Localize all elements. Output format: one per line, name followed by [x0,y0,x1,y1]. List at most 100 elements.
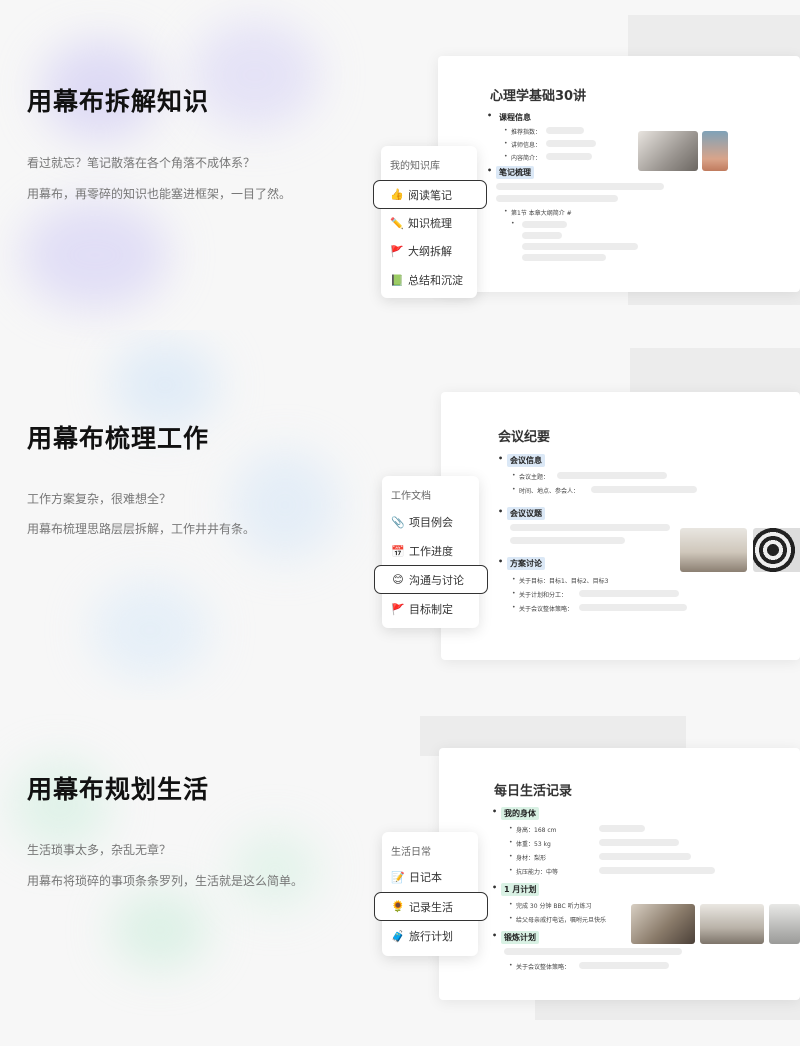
doc-heading: 会议信息 [498,454,545,467]
placeholder-bar [496,195,618,202]
section-title: 用幕布拆解知识 [27,87,210,116]
placeholder-bar [579,604,687,611]
meeting-room-photo [680,528,747,572]
doc-line: 完成 30 分钟 BBC 听力练习 [509,901,592,910]
red-flag-icon: 🚩 [391,602,405,616]
menu-item-work-progress[interactable]: 📅 工作进度 [391,539,453,563]
section-life: 用幕布规划生活 生活琐事太多，杂乱无章？ 用幕布将琐碎的事项条条罗列，生活就是这… [0,700,800,1046]
placeholder-bar [599,825,645,832]
section-title: 用幕布梳理工作 [27,424,210,453]
decor-blob [110,340,220,430]
doc-subsection: 第1节 本章大纲简介 # [504,208,572,217]
doc-title: 会议纪要 [498,430,551,445]
placeholder-bar [546,127,584,134]
decor-blob [90,580,210,680]
life-menu: 生活日常 📝 日记本 🌻 记录生活 🧳 旅行计划 [374,832,488,956]
menu-header: 我的知识库 [390,161,440,172]
doc-line: 内容简介： [504,153,541,162]
decor-blob [190,20,320,130]
notebook-photo [638,131,698,171]
menu-header: 生活日常 [391,847,431,858]
doc-heading: 笔记梳理 [487,166,534,179]
placeholder-bar [599,853,691,860]
dartboard-photo [753,528,800,572]
menu-item-communication[interactable]: 😊 沟通与讨论 [374,565,488,594]
menu-item-travel-plan[interactable]: 🧳 旅行计划 [391,924,453,948]
doc-heading: 会议议题 [498,507,545,520]
menu-item-summary[interactable]: 📗 总结和沉淀 [390,268,463,292]
green-book-icon: 📗 [390,273,404,287]
red-flag-icon: 🚩 [390,244,404,258]
decor-blob [230,450,340,560]
doc-line: 关于会议整体策略： [509,962,570,971]
doc-line: 身材：梨形 [509,853,546,862]
doc-line: 关于会议整体策略： [512,604,573,613]
doc-line: 身高：168 cm [509,825,556,834]
menu-item-reading-notes[interactable]: 👍 阅读笔记 [373,180,487,209]
paperclip-icon: 📎 [391,515,405,529]
section-desc: 用幕布将琐碎的事项条条罗列，生活就是这么简单。 [27,874,304,888]
section-desc: 看过就忘？笔记散落在各个角落不成体系？ [27,156,256,170]
luggage-icon: 🧳 [391,929,405,943]
menu-header: 工作文档 [391,491,431,502]
menu-item-goal-setting[interactable]: 🚩 目标制定 [391,597,453,621]
section-desc: 用幕布，再零碎的知识也能塞进框架，一目了然。 [27,187,292,201]
document-preview[interactable]: 每日生活记录 我的身体 身高：168 cm 体重：53 kg 身材：梨形 抗压能… [439,748,800,1000]
menu-item-diary[interactable]: 📝 日记本 [391,865,442,889]
doc-line: 抗压能力：中等 [509,867,558,876]
menu-item-knowledge-sorting[interactable]: ✏️ 知识梳理 [390,211,452,235]
doc-line: 会议主题： [512,472,549,481]
placeholder-bar [591,486,697,493]
doc-heading: 我的身体 [492,807,539,820]
decor-blob [230,830,320,910]
doc-line: 给父母亲戚打电话，嘱咐元旦快乐 [509,915,606,924]
decor-blob [110,890,210,970]
placeholder-bar [522,254,606,261]
knowledge-menu: 我的知识库 👍 阅读笔记 ✏️ 知识梳理 🚩 大纲拆解 📗 总结和沉淀 [373,146,487,298]
doc-heading: 锻炼计划 [492,931,539,944]
menu-item-project-meeting[interactable]: 📎 项目例会 [391,510,453,534]
section-title: 用幕布规划生活 [27,775,210,804]
placeholder-bar [504,948,682,955]
doc-heading: 方案讨论 [498,557,545,570]
section-knowledge: 用幕布拆解知识 看过就忘？笔记散落在各个角落不成体系？ 用幕布，再零碎的知识也能… [0,0,800,349]
section-desc: 用幕布梳理思路层层拆解，工作井井有条。 [27,522,256,536]
doc-title: 每日生活记录 [494,784,573,799]
thumbs-up-icon: 👍 [390,188,404,201]
placeholder-bar [510,537,625,544]
placeholder-bar [579,962,669,969]
placeholder-bar [546,140,596,147]
pencil-icon: ✏️ [390,216,404,230]
placeholder-bar [510,524,670,531]
document-preview[interactable]: 会议纪要 会议信息 会议主题： 时间、地点、参会人： 会议议题 方案讨论 关于目… [441,392,800,660]
menu-item-record-life[interactable]: 🌻 记录生活 [374,892,488,921]
memo-icon: 📝 [391,870,405,884]
doc-line: 时间、地点、参会人： [512,486,579,495]
doc-line: 关于目标：目标1、目标2、目标3 [512,576,608,585]
sunflower-icon: 🌻 [391,900,405,913]
section-desc: 工作方案复杂，很难想全？ [27,492,172,506]
smile-icon: 😊 [392,573,404,586]
doc-line: 体重：53 kg [509,839,551,848]
doc-line: 推荐指数： [504,127,541,136]
placeholder-bar [496,183,664,190]
section-work: 用幕布梳理工作 工作方案复杂，很难想全？ 用幕布梳理思路层层拆解，工作井井有条。… [0,330,800,700]
placeholder-bar [599,839,679,846]
doc-title: 心理学基础30讲 [490,89,587,104]
menu-item-outline-breakdown[interactable]: 🚩 大纲拆解 [390,239,452,263]
document-preview[interactable]: 心理学基础30讲 课程信息 推荐指数： 讲师信息： 内容简介： 笔记梳理 第1节… [438,56,800,292]
placeholder-bar [557,472,667,479]
dandelion-photo [702,131,728,171]
plant-photo [700,904,764,944]
placeholder-bar [599,867,715,874]
doc-heading: 1 月计划 [492,883,540,896]
placeholder-bar [522,232,562,239]
lamp-photo [769,904,800,944]
decor-blob [20,200,170,310]
placeholder-bar [522,221,567,228]
placeholder-bar [546,153,592,160]
placeholder-bar [522,243,638,250]
doc-line: 关于计划和分工： [512,590,567,599]
calendar-icon: 📅 [391,544,405,558]
desk-photo [631,904,695,944]
